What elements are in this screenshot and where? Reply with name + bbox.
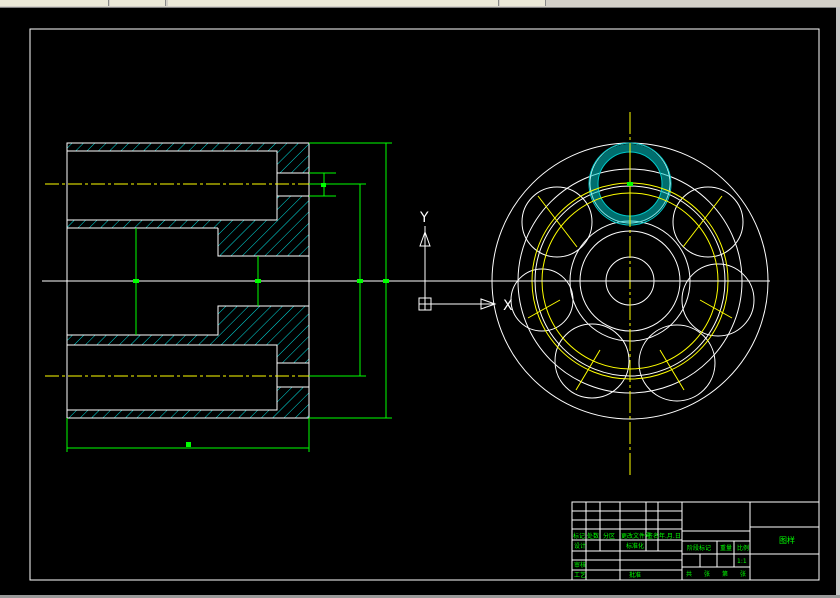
tb-sheet-no: 第: [722, 570, 728, 578]
tb-scale-value: 1:1: [737, 558, 747, 565]
tb-date: 年.月.日: [659, 532, 681, 540]
tb-design: 设计: [574, 542, 586, 550]
tb-review: 审核: [574, 561, 586, 569]
cad-drawing-canvas[interactable]: Y X 标记 处数 分区 更改文件号 签名 年.月.日 设计 标准化 审核 工艺…: [0, 0, 840, 598]
tb-sheet-unit: 张: [740, 570, 746, 578]
tb-drawing-name: 图样: [779, 535, 795, 545]
tb-count: 处数: [587, 532, 599, 540]
title-block[interactable]: 标记 处数 分区 更改文件号 签名 年.月.日 设计 标准化 审核 工艺 批准 …: [571, 501, 820, 581]
tb-standardize: 标准化: [626, 542, 644, 550]
tb-signature: 签名: [647, 532, 659, 540]
tb-mark: 标记: [573, 532, 585, 540]
end-view[interactable]: [491, 112, 770, 476]
tb-weight: 重量: [720, 544, 732, 552]
tb-scale: 比例: [737, 544, 749, 552]
tb-sheets-unit: 张: [704, 570, 710, 578]
hole-grip[interactable]: [627, 182, 633, 186]
section-dimensions: [66, 142, 392, 452]
tb-stage-mark: 阶段标记: [687, 544, 711, 552]
ucs-y-label: Y: [419, 210, 429, 226]
tb-process: 工艺: [574, 571, 586, 579]
ucs-icon: Y X: [418, 210, 513, 314]
tb-approve: 批准: [629, 571, 641, 579]
tb-sheets-total: 共: [686, 570, 692, 578]
tb-zone: 分区: [603, 532, 615, 540]
